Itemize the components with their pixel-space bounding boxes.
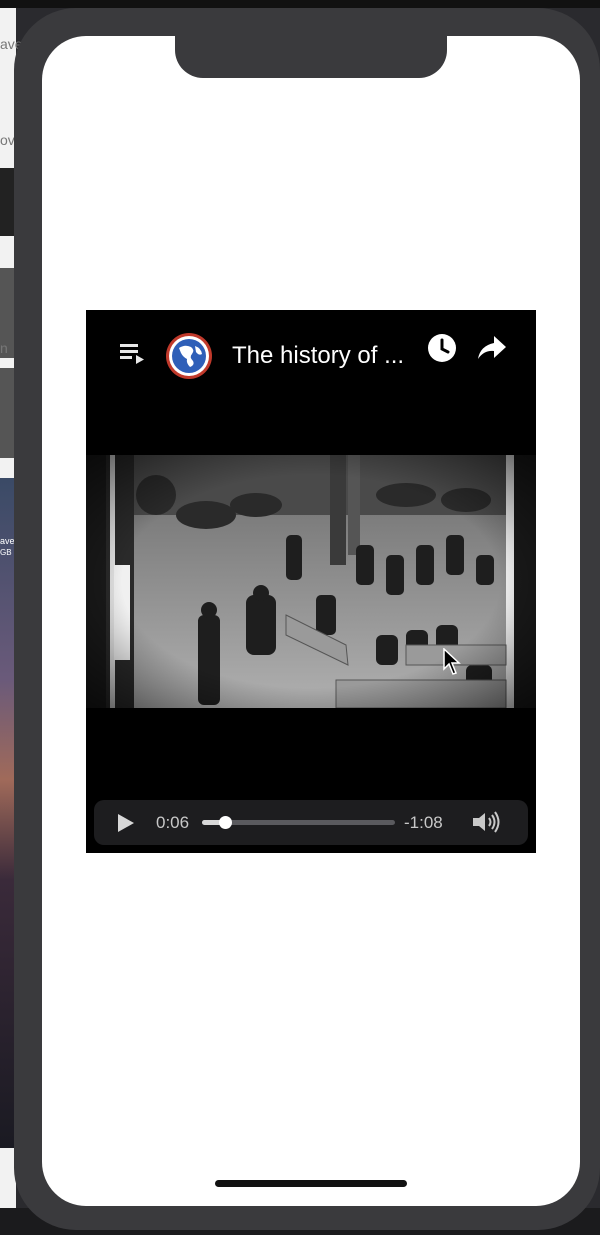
remaining-time: -1:08	[404, 813, 443, 832]
mouse-pointer-icon	[443, 648, 461, 675]
video-frame[interactable]	[86, 455, 536, 708]
phone-notch	[175, 36, 447, 78]
progress-scrubber[interactable]	[202, 816, 395, 829]
home-indicator[interactable]	[215, 1180, 407, 1187]
elapsed-time: 0:06	[156, 813, 190, 832]
background-text-fragment: n	[0, 340, 8, 356]
clock-icon[interactable]	[426, 332, 458, 364]
video-controls-bar: 0:06 -1:08	[94, 800, 528, 845]
volume-icon[interactable]	[471, 810, 503, 834]
playlist-icon[interactable]	[120, 342, 148, 366]
share-arrow-icon[interactable]	[476, 334, 508, 362]
background-text-fragment: GB	[0, 548, 12, 557]
progress-knob[interactable]	[219, 816, 233, 829]
video-title[interactable]: The history of ...	[232, 342, 422, 370]
desktop-top-bar	[0, 0, 600, 8]
globe-logo-icon[interactable]	[165, 332, 213, 380]
video-header: The history of ...	[86, 310, 536, 400]
play-icon[interactable]	[116, 812, 136, 834]
phone-screen: The history of ... 0:06 -1:08	[42, 36, 580, 1206]
video-still-image	[86, 455, 536, 708]
background-text-fragment: ov	[0, 132, 15, 148]
phone-frame: The history of ... 0:06 -1:08	[14, 8, 600, 1230]
background-text-fragment: ave	[0, 536, 15, 546]
video-player[interactable]: The history of ... 0:06 -1:08	[86, 310, 536, 853]
